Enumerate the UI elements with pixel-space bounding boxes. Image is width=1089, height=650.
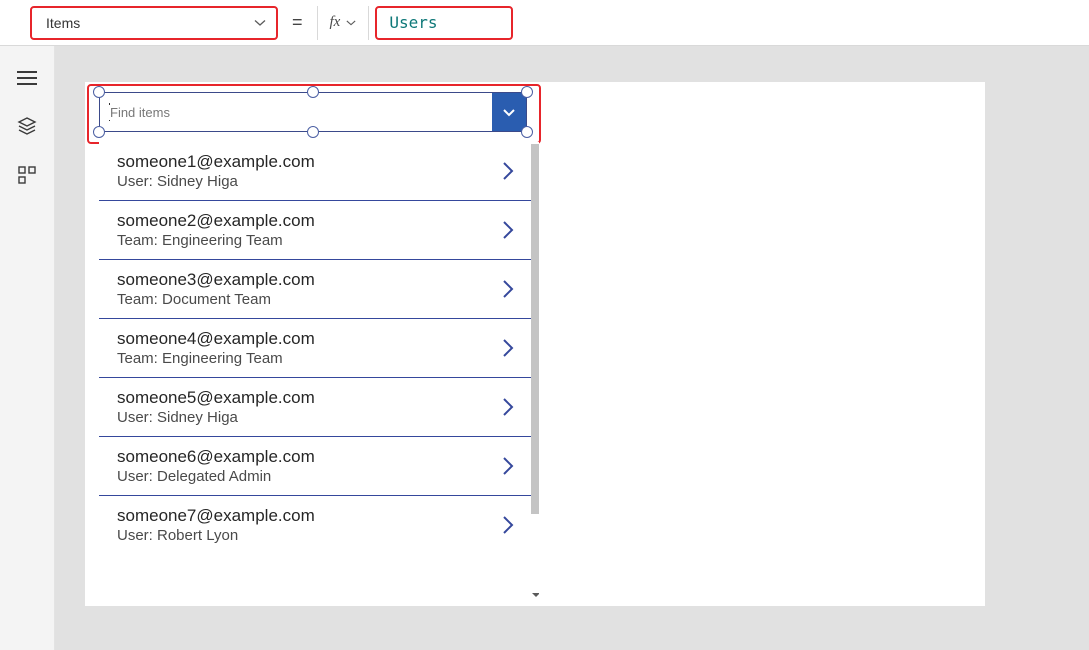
gallery-row[interactable]: someone7@example.comUser: Robert Lyon bbox=[99, 496, 539, 554]
chevron-right-icon[interactable] bbox=[501, 219, 533, 241]
resize-handle[interactable] bbox=[521, 126, 533, 138]
row-secondary: User: Delegated Admin bbox=[117, 468, 315, 485]
gallery-row[interactable]: someone4@example.comTeam: Engineering Te… bbox=[99, 319, 539, 378]
row-secondary: User: Sidney Higa bbox=[117, 173, 315, 190]
chevron-right-icon[interactable] bbox=[501, 278, 533, 300]
chevron-right-icon[interactable] bbox=[501, 337, 533, 359]
chevron-right-icon[interactable] bbox=[501, 514, 533, 536]
formula-input[interactable]: Users bbox=[375, 6, 513, 40]
gallery-row[interactable]: someone5@example.comUser: Sidney Higa bbox=[99, 378, 539, 437]
gallery-row[interactable]: someone1@example.comUser: Sidney Higa bbox=[99, 142, 539, 201]
fx-button[interactable]: fx bbox=[317, 6, 370, 40]
gallery-row[interactable]: someone2@example.comTeam: Engineering Te… bbox=[99, 201, 539, 260]
resize-handle[interactable] bbox=[307, 86, 319, 98]
row-primary: someone1@example.com bbox=[117, 152, 315, 172]
row-secondary: Team: Engineering Team bbox=[117, 232, 315, 249]
scroll-down-icon[interactable] bbox=[531, 590, 539, 600]
formula-value: Users bbox=[389, 13, 437, 32]
resize-handle[interactable] bbox=[93, 126, 105, 138]
chevron-down-icon bbox=[346, 18, 356, 28]
property-dropdown[interactable]: Items bbox=[30, 6, 278, 40]
row-primary: someone6@example.com bbox=[117, 447, 315, 467]
components-icon[interactable] bbox=[18, 166, 36, 184]
layers-icon[interactable] bbox=[17, 116, 37, 136]
chevron-right-icon[interactable] bbox=[501, 455, 533, 477]
row-secondary: Team: Document Team bbox=[117, 291, 315, 308]
fx-label: fx bbox=[330, 14, 341, 31]
gallery-row[interactable]: someone3@example.comTeam: Document Team bbox=[99, 260, 539, 319]
chevron-down-icon bbox=[254, 17, 266, 29]
equals-sign: = bbox=[278, 12, 317, 33]
row-secondary: Team: Engineering Team bbox=[117, 350, 315, 367]
gallery-row[interactable]: someone6@example.comUser: Delegated Admi… bbox=[99, 437, 539, 496]
combobox-chevron-icon[interactable] bbox=[492, 93, 526, 131]
app-canvas[interactable]: someone1@example.comUser: Sidney Higasom… bbox=[85, 82, 985, 606]
gallery-control[interactable]: someone1@example.comUser: Sidney Higasom… bbox=[99, 142, 539, 606]
scrollbar[interactable] bbox=[531, 144, 539, 514]
chevron-right-icon[interactable] bbox=[501, 396, 533, 418]
canvas-stage: someone1@example.comUser: Sidney Higasom… bbox=[55, 46, 1089, 650]
resize-handle[interactable] bbox=[307, 126, 319, 138]
row-primary: someone5@example.com bbox=[117, 388, 315, 408]
tree-icon[interactable] bbox=[17, 70, 37, 86]
row-secondary: User: Robert Lyon bbox=[117, 527, 315, 544]
row-primary: someone2@example.com bbox=[117, 211, 315, 231]
resize-handle[interactable] bbox=[93, 86, 105, 98]
resize-handle[interactable] bbox=[521, 86, 533, 98]
property-label: Items bbox=[46, 15, 80, 31]
row-primary: someone4@example.com bbox=[117, 329, 315, 349]
formula-bar: Items = fx Users bbox=[0, 0, 1089, 46]
row-primary: someone7@example.com bbox=[117, 506, 315, 526]
row-secondary: User: Sidney Higa bbox=[117, 409, 315, 426]
combobox-input[interactable] bbox=[100, 105, 492, 120]
left-rail bbox=[0, 46, 55, 650]
chevron-right-icon[interactable] bbox=[501, 160, 533, 182]
row-primary: someone3@example.com bbox=[117, 270, 315, 290]
